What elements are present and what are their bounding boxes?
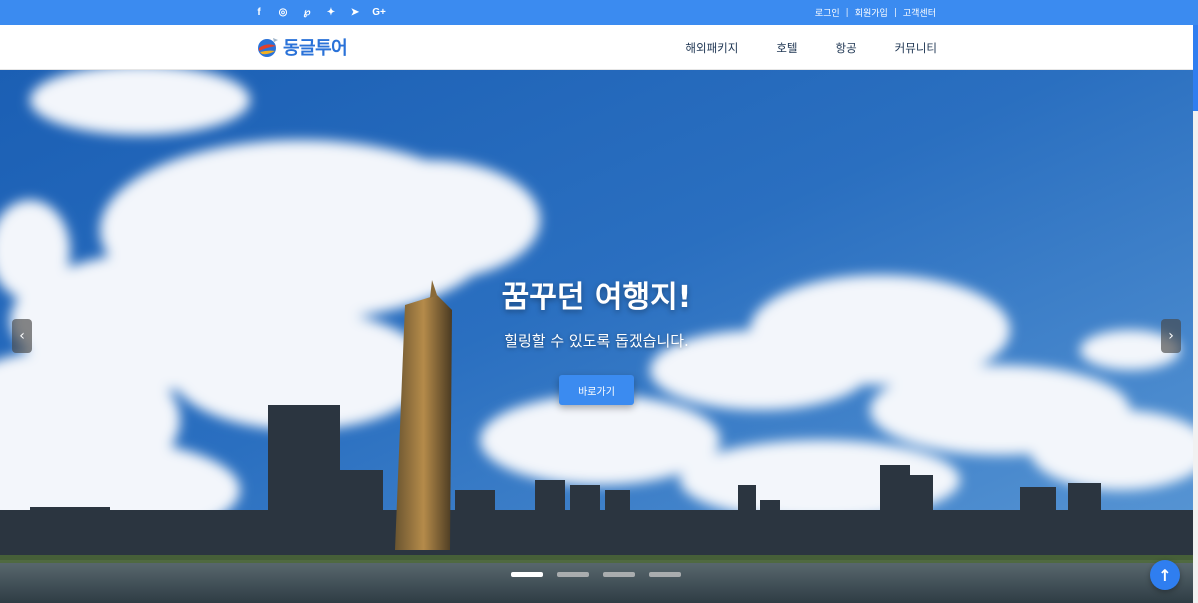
support-link[interactable]: 고객센터 [903, 6, 936, 19]
pinterest-icon[interactable]: ℘ [300, 6, 314, 20]
google-plus-icon[interactable]: G+ [372, 6, 386, 20]
social-links: f ◎ ℘ ✦ ➤ G+ [252, 0, 386, 25]
go-button[interactable]: 바로가기 [559, 375, 634, 405]
login-link[interactable]: 로그인 [815, 6, 840, 19]
logo[interactable]: 동글투어 [256, 34, 348, 60]
twitter-icon[interactable]: ✦ [324, 6, 338, 20]
scroll-to-top-button[interactable]: ↑ [1150, 560, 1180, 590]
nav-item-community[interactable]: 커뮤니티 [895, 40, 937, 56]
hero-subtitle: 힐링할 수 있도록 돕겠습니다. [504, 332, 689, 350]
globe-logo-icon [258, 38, 278, 57]
account-links: 로그인 | 회원가입 | 고객센터 [815, 0, 936, 25]
slider-next-button[interactable]: › [1161, 319, 1181, 353]
nav-item-overseas-package[interactable]: 해외패키지 [685, 40, 738, 56]
signup-link[interactable]: 회원가입 [855, 6, 888, 19]
instagram-icon[interactable]: ◎ [276, 6, 290, 20]
telegram-icon[interactable]: ➤ [348, 6, 362, 20]
slider-prev-button[interactable]: ‹ [12, 319, 32, 353]
nav-item-flight[interactable]: 항공 [836, 40, 857, 56]
slider-dot[interactable] [649, 572, 681, 577]
logo-text: 동글투어 [283, 38, 348, 59]
chevron-left-icon: ‹ [19, 328, 25, 344]
nav-item-hotel[interactable]: 호텔 [776, 40, 797, 56]
slider-dot[interactable] [603, 572, 635, 577]
arrow-up-icon: ↑ [1158, 565, 1172, 585]
hero-title: 꿈꾸던 여행지! [501, 280, 692, 315]
slider-dot[interactable] [511, 572, 543, 577]
slider-dot[interactable] [557, 572, 589, 577]
page-scrollbar[interactable] [1193, 25, 1198, 603]
separator: | [845, 7, 849, 18]
hero-slider: 꿈꾸던 여행지! 힐링할 수 있도록 돕겠습니다. 바로가기 ‹ › [0, 70, 1193, 603]
facebook-icon[interactable]: f [252, 6, 266, 20]
separator: | [893, 7, 897, 18]
main-nav: 해외패키지 호텔 항공 커뮤니티 [685, 25, 937, 70]
main-header: 동글투어 해외패키지 호텔 항공 커뮤니티 [0, 25, 1193, 70]
chevron-right-icon: › [1168, 328, 1174, 344]
top-bar: f ◎ ℘ ✦ ➤ G+ 로그인 | 회원가입 | 고객센터 [0, 0, 1198, 25]
slider-pagination [511, 572, 681, 577]
scrollbar-thumb[interactable] [1193, 25, 1198, 111]
